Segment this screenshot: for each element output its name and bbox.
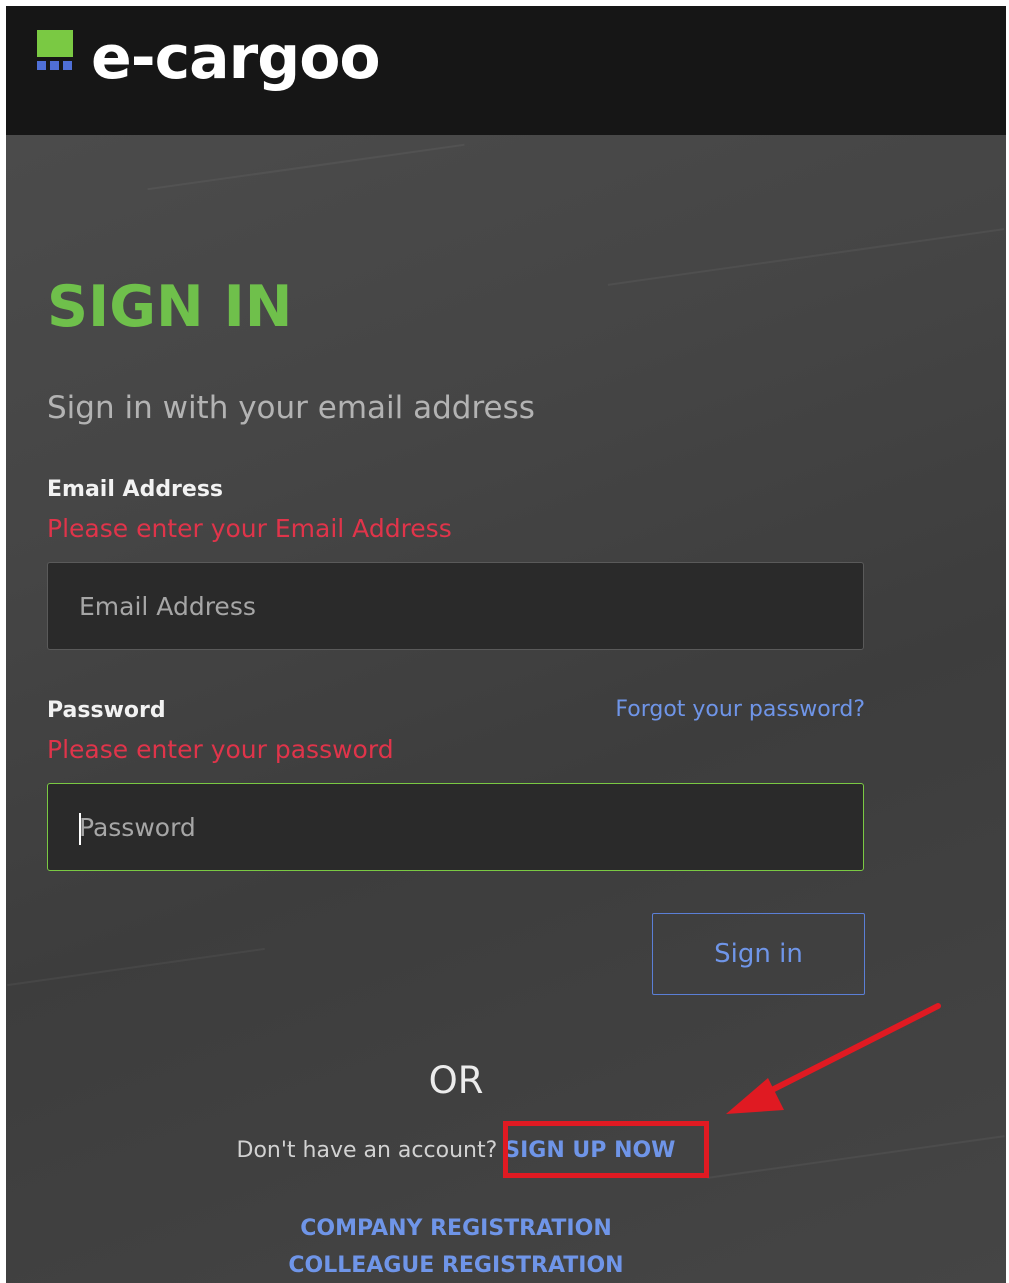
signup-prompt: Don't have an account? SIGN UP NOW	[6, 1136, 906, 1166]
email-field-container	[47, 562, 864, 650]
forgot-password-link[interactable]: Forgot your password?	[615, 696, 865, 724]
page-subtitle: Sign in with your email address	[47, 390, 535, 426]
logo-mark-icon	[37, 30, 83, 76]
background-streak	[147, 143, 465, 191]
password-field-container	[47, 783, 864, 871]
email-label: Email Address	[47, 477, 224, 502]
annotation-highlight-box	[503, 1121, 709, 1178]
or-divider-text: OR	[428, 1059, 484, 1102]
colleague-registration-link[interactable]: COLLEAGUE REGISTRATION	[6, 1251, 906, 1281]
password-label: Password	[47, 698, 166, 723]
text-caret	[79, 813, 81, 845]
page-title: SIGN IN	[47, 274, 293, 340]
header-bar: e-cargoo	[6, 6, 1006, 135]
company-registration-link[interactable]: COMPANY REGISTRATION	[6, 1214, 906, 1244]
background-streak	[607, 228, 1005, 286]
email-error-message: Please enter your Email Address	[47, 514, 452, 543]
password-error-message: Please enter your password	[47, 735, 394, 764]
password-input[interactable]	[48, 784, 863, 870]
brand-logo[interactable]: e-cargoo	[37, 23, 381, 93]
brand-name: e-cargoo	[91, 23, 381, 93]
sign-in-page: e-cargoo SIGN IN Sign in with your email…	[6, 6, 1006, 1283]
no-account-text: Don't have an account?	[236, 1138, 498, 1163]
background-streak	[7, 947, 265, 987]
sign-in-button[interactable]: Sign in	[652, 913, 865, 995]
email-input[interactable]	[48, 563, 863, 649]
